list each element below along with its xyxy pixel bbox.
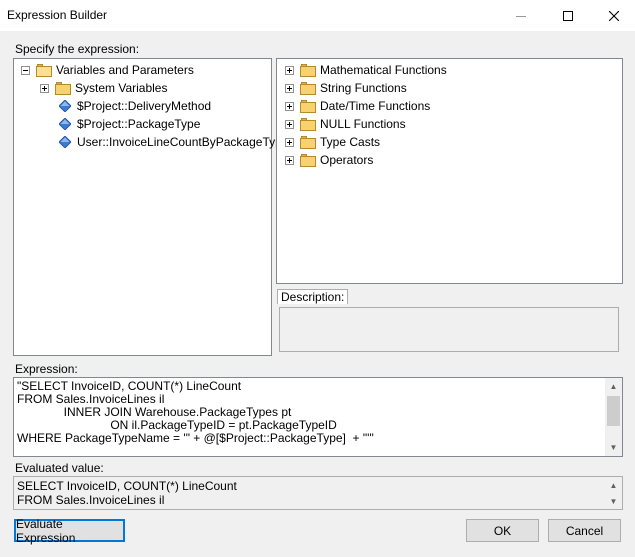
maximize-button[interactable] xyxy=(545,0,591,31)
tree-node-system-variables[interactable]: System Variables xyxy=(40,79,167,97)
variable-icon xyxy=(59,136,71,148)
folder-icon xyxy=(300,153,316,167)
minimize-button[interactable] xyxy=(498,0,544,31)
variables-tree[interactable]: Variables and Parameters System Variable… xyxy=(13,58,288,356)
expression-textarea[interactable]: "SELECT InvoiceID, COUNT(*) LineCount FR… xyxy=(13,377,623,457)
ok-button[interactable]: OK xyxy=(466,519,539,542)
folder-icon xyxy=(300,117,316,131)
evaluated-value-box: SELECT InvoiceID, COUNT(*) LineCount FRO… xyxy=(13,476,623,510)
evaluated-line: SELECT InvoiceID, COUNT(*) LineCount xyxy=(17,479,237,493)
title-bar: Expression Builder xyxy=(0,0,635,31)
tree-node-label: NULL Functions xyxy=(320,117,406,131)
tree-node-variables-and-parameters[interactable]: Variables and Parameters xyxy=(21,61,194,79)
tree-node-null-functions[interactable]: NULL Functions xyxy=(285,115,406,133)
cancel-button[interactable]: Cancel xyxy=(548,519,621,542)
functions-tree[interactable]: Mathematical Functions String Functions … xyxy=(276,58,623,284)
tree-node-string-functions[interactable]: String Functions xyxy=(285,79,407,97)
expression-line: WHERE PackageTypeName = '" + @[$Project:… xyxy=(17,431,374,445)
evaluated-line: FROM Sales.InvoiceLines il xyxy=(17,493,165,507)
folder-icon xyxy=(300,135,316,149)
tree-node-mathematical-functions[interactable]: Mathematical Functions xyxy=(285,61,447,79)
close-button[interactable] xyxy=(591,0,635,31)
tree-node-type-casts[interactable]: Type Casts xyxy=(285,133,380,151)
tree-node-label: Mathematical Functions xyxy=(320,63,447,77)
specify-expression-label: Specify the expression: xyxy=(15,42,140,56)
folder-icon xyxy=(300,63,316,77)
tree-node-label: $Project::DeliveryMethod xyxy=(77,99,212,113)
scroll-thumb[interactable] xyxy=(607,396,620,426)
folder-icon xyxy=(300,99,316,113)
tree-node-label: Type Casts xyxy=(320,135,381,149)
tree-node-invoice-line-count[interactable]: User::InvoiceLineCountByPackageType xyxy=(57,133,288,151)
tree-node-label: Operators xyxy=(320,153,374,167)
description-box xyxy=(279,307,619,352)
scroll-up-icon[interactable]: ▲ xyxy=(605,378,622,395)
tree-node-label: String Functions xyxy=(320,81,407,95)
close-icon xyxy=(609,10,619,21)
scroll-up-icon[interactable]: ▲ xyxy=(605,477,622,493)
tree-node-label: Date/Time Functions xyxy=(320,99,431,113)
expand-icon[interactable] xyxy=(285,119,294,129)
variable-icon xyxy=(59,100,71,112)
tree-node-datetime-functions[interactable]: Date/Time Functions xyxy=(285,97,430,115)
tree-node-operators[interactable]: Operators xyxy=(285,151,373,169)
expression-label: Expression: xyxy=(15,362,78,376)
expand-icon[interactable] xyxy=(285,155,294,165)
expand-icon[interactable] xyxy=(285,137,294,147)
collapse-icon[interactable] xyxy=(21,65,30,75)
description-label: Description: xyxy=(277,289,349,304)
expression-scrollbar[interactable]: ▲ ▼ xyxy=(605,378,622,456)
expand-icon[interactable] xyxy=(285,101,294,111)
evaluate-expression-button[interactable]: Evaluate Expression xyxy=(14,517,125,545)
scroll-down-icon[interactable]: ▼ xyxy=(605,493,622,509)
evaluated-scrollbar[interactable]: ▲ ▼ xyxy=(605,477,622,509)
tree-node-label: Variables and Parameters xyxy=(56,63,194,77)
tree-node-label: $Project::PackageType xyxy=(77,117,201,131)
maximize-icon xyxy=(563,10,573,21)
tree-node-delivery-method[interactable]: $Project::DeliveryMethod xyxy=(57,97,211,115)
tree-node-label: System Variables xyxy=(75,81,168,95)
window-title: Expression Builder xyxy=(7,8,108,22)
tree-node-label: User::InvoiceLineCountByPackageType xyxy=(77,135,289,149)
folder-icon xyxy=(55,81,71,95)
folder-icon xyxy=(36,63,52,77)
scroll-down-icon[interactable]: ▼ xyxy=(605,439,622,456)
evaluated-value-label: Evaluated value: xyxy=(15,461,104,475)
tree-node-package-type[interactable]: $Project::PackageType xyxy=(57,115,200,133)
expand-icon[interactable] xyxy=(285,83,294,93)
minimize-icon xyxy=(516,15,526,17)
expand-icon[interactable] xyxy=(285,65,294,75)
folder-icon xyxy=(300,81,316,95)
variable-icon xyxy=(59,118,71,130)
expand-icon[interactable] xyxy=(40,83,49,93)
